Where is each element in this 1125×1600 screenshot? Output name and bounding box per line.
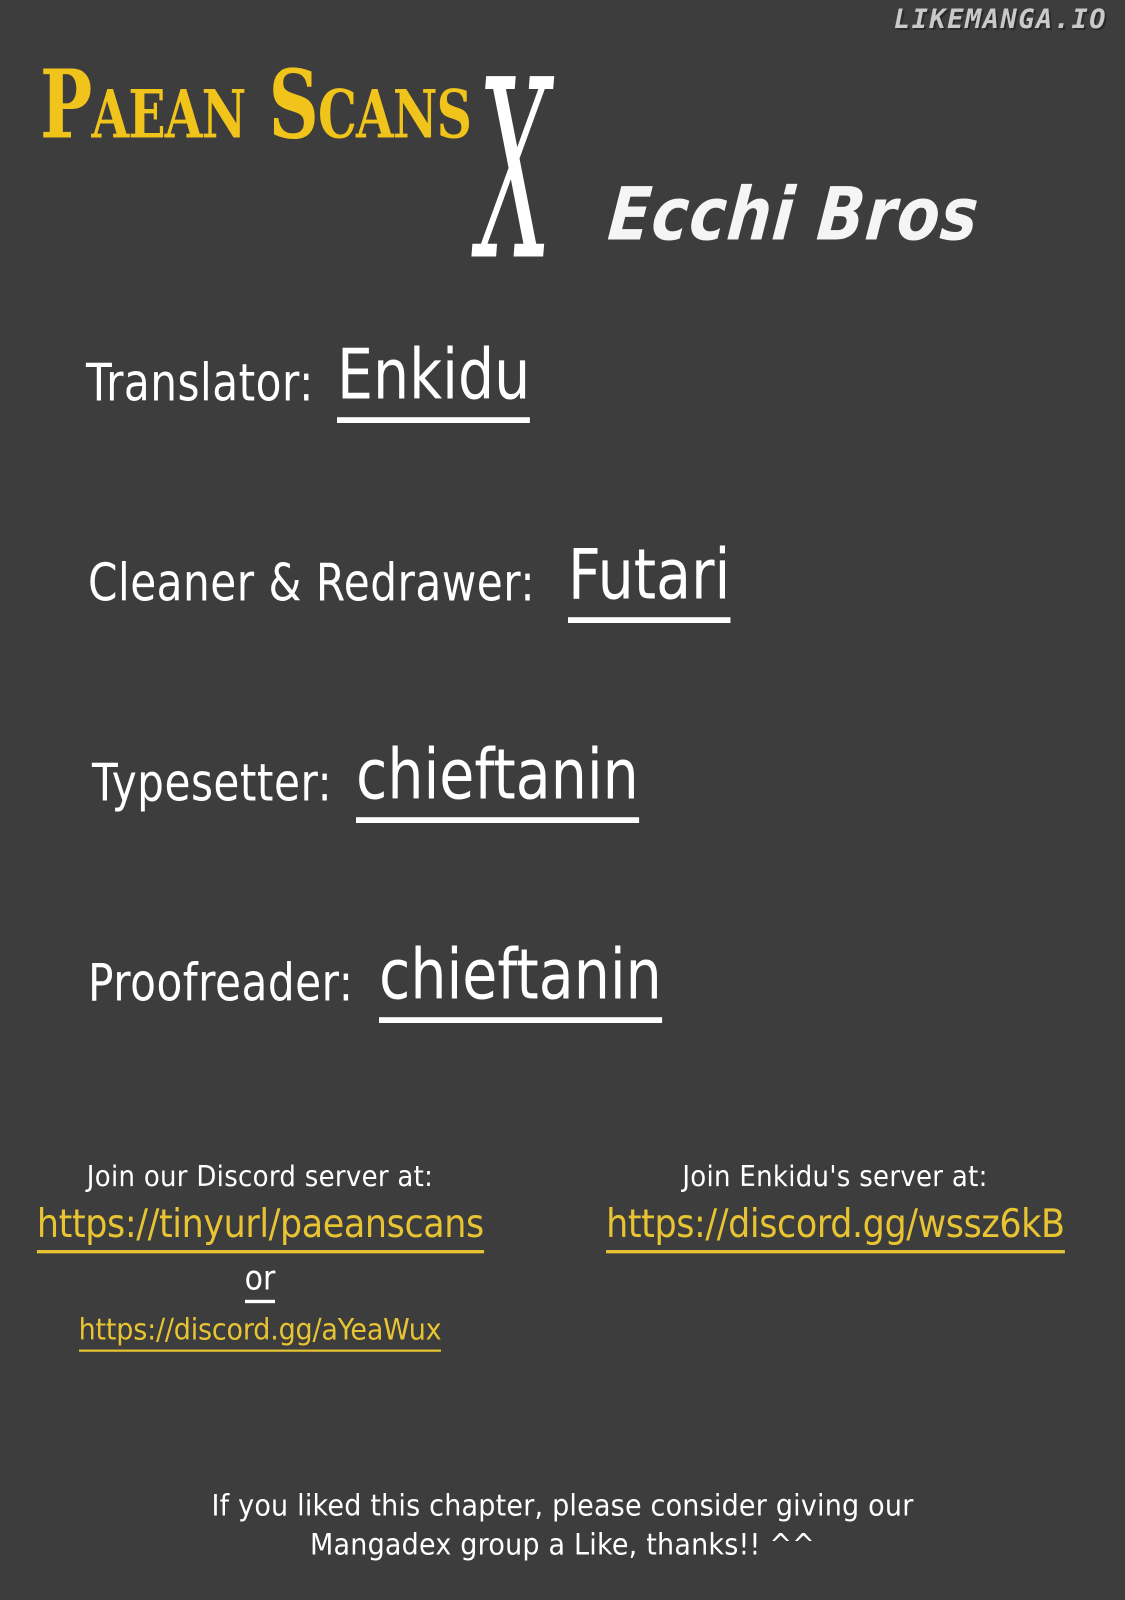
discord-link-ayeawux[interactable]: https://discord.gg/aYeaWux (78, 1313, 442, 1352)
paean-scans-logo: Paean Scans (40, 50, 472, 161)
credit-row-proofreader: Proofreader: chieftanin (88, 941, 676, 1023)
credits-page: LIKEMANGA.IO Paean Scans X Ecchi Bros Tr… (0, 0, 1125, 1600)
discord-link-paeanscans[interactable]: https://tinyurl/paeanscans (36, 1201, 484, 1254)
credit-row-typesetter: Typesetter: chieftanin (92, 741, 654, 823)
credit-row-translator: Translator: Enkidu (86, 341, 541, 423)
collaboration-x-icon: X (478, 27, 551, 315)
ecchi-bros-logo: Ecchi Bros (604, 170, 983, 258)
credit-row-cleaner-redrawer: Cleaner & Redrawer: Futari (88, 541, 739, 623)
credit-value: chieftanin (378, 941, 662, 1023)
credit-value: Futari (567, 541, 731, 623)
discord-block-group: Join our Discord server at: https://tiny… (20, 1160, 500, 1352)
footer-line-1: If you liked this chapter, please consid… (211, 1489, 914, 1524)
credit-value: chieftanin (356, 741, 640, 823)
discord-heading: Join Enkidu's server at: (682, 1160, 988, 1194)
footer-message: If you liked this chapter, please consid… (0, 1487, 1125, 1565)
discord-separator-or: or (244, 1262, 276, 1304)
discord-block-translator: Join Enkidu's server at: https://discord… (565, 1160, 1105, 1254)
discord-link-wssz6kb[interactable]: https://discord.gg/wssz6kB (605, 1201, 1065, 1254)
credit-label: Translator: (86, 353, 314, 414)
credit-label: Proofreader: (88, 953, 354, 1014)
credit-value: Enkidu (337, 341, 531, 423)
discord-heading: Join our Discord server at: (86, 1160, 434, 1194)
footer-line-2: Mangadex group a Like, thanks!! ^^ (310, 1528, 815, 1563)
credit-label: Typesetter: (92, 753, 333, 814)
scanlation-group-header: Paean Scans X Ecchi Bros (0, 0, 1125, 300)
credit-label: Cleaner & Redrawer: (88, 553, 536, 614)
